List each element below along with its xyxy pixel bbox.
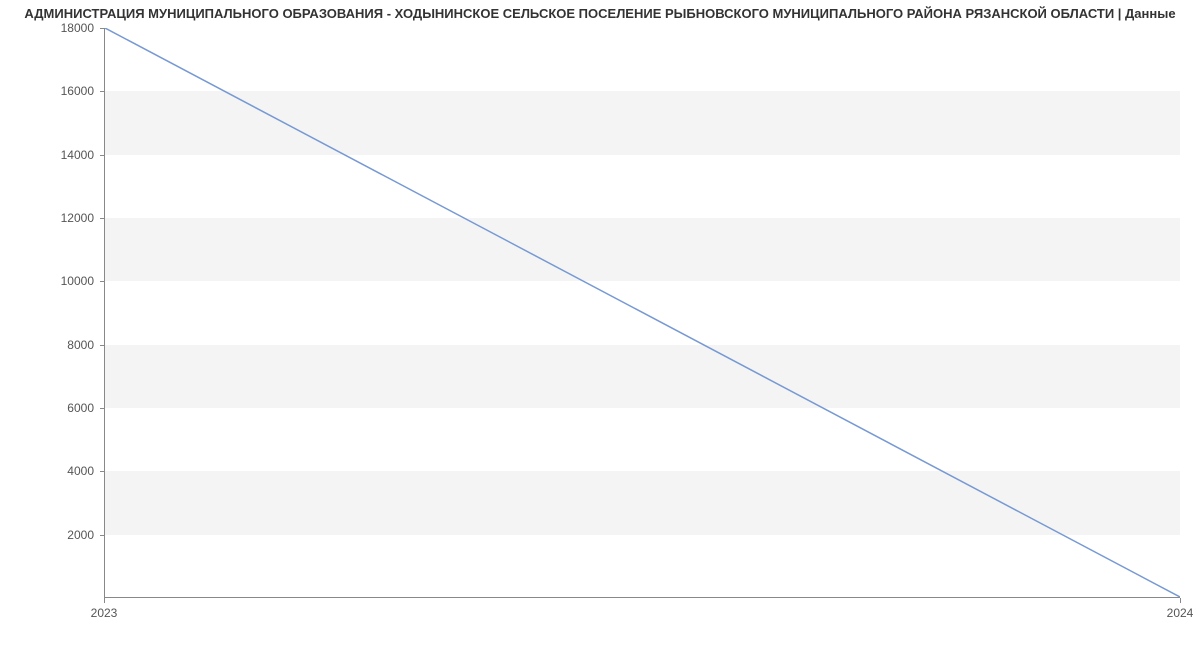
y-tick-label: 8000 (67, 338, 104, 352)
x-tick-mark (1180, 598, 1181, 603)
y-tick-label: 6000 (67, 401, 104, 415)
chart-line (105, 28, 1180, 597)
chart-title: АДМИНИСТРАЦИЯ МУНИЦИПАЛЬНОГО ОБРАЗОВАНИЯ… (0, 0, 1200, 25)
y-tick-label: 4000 (67, 464, 104, 478)
y-tick-label: 2000 (67, 528, 104, 542)
y-tick-label: 16000 (61, 84, 104, 98)
chart-plot (104, 28, 1180, 598)
chart-plot-area: 2000400060008000100001200014000160001800… (104, 28, 1180, 598)
y-tick-label: 10000 (61, 274, 104, 288)
x-tick-mark (104, 598, 105, 603)
chart-line-svg (105, 28, 1180, 597)
y-tick-label: 12000 (61, 211, 104, 225)
y-tick-label: 14000 (61, 148, 104, 162)
y-tick-label: 18000 (61, 21, 104, 35)
